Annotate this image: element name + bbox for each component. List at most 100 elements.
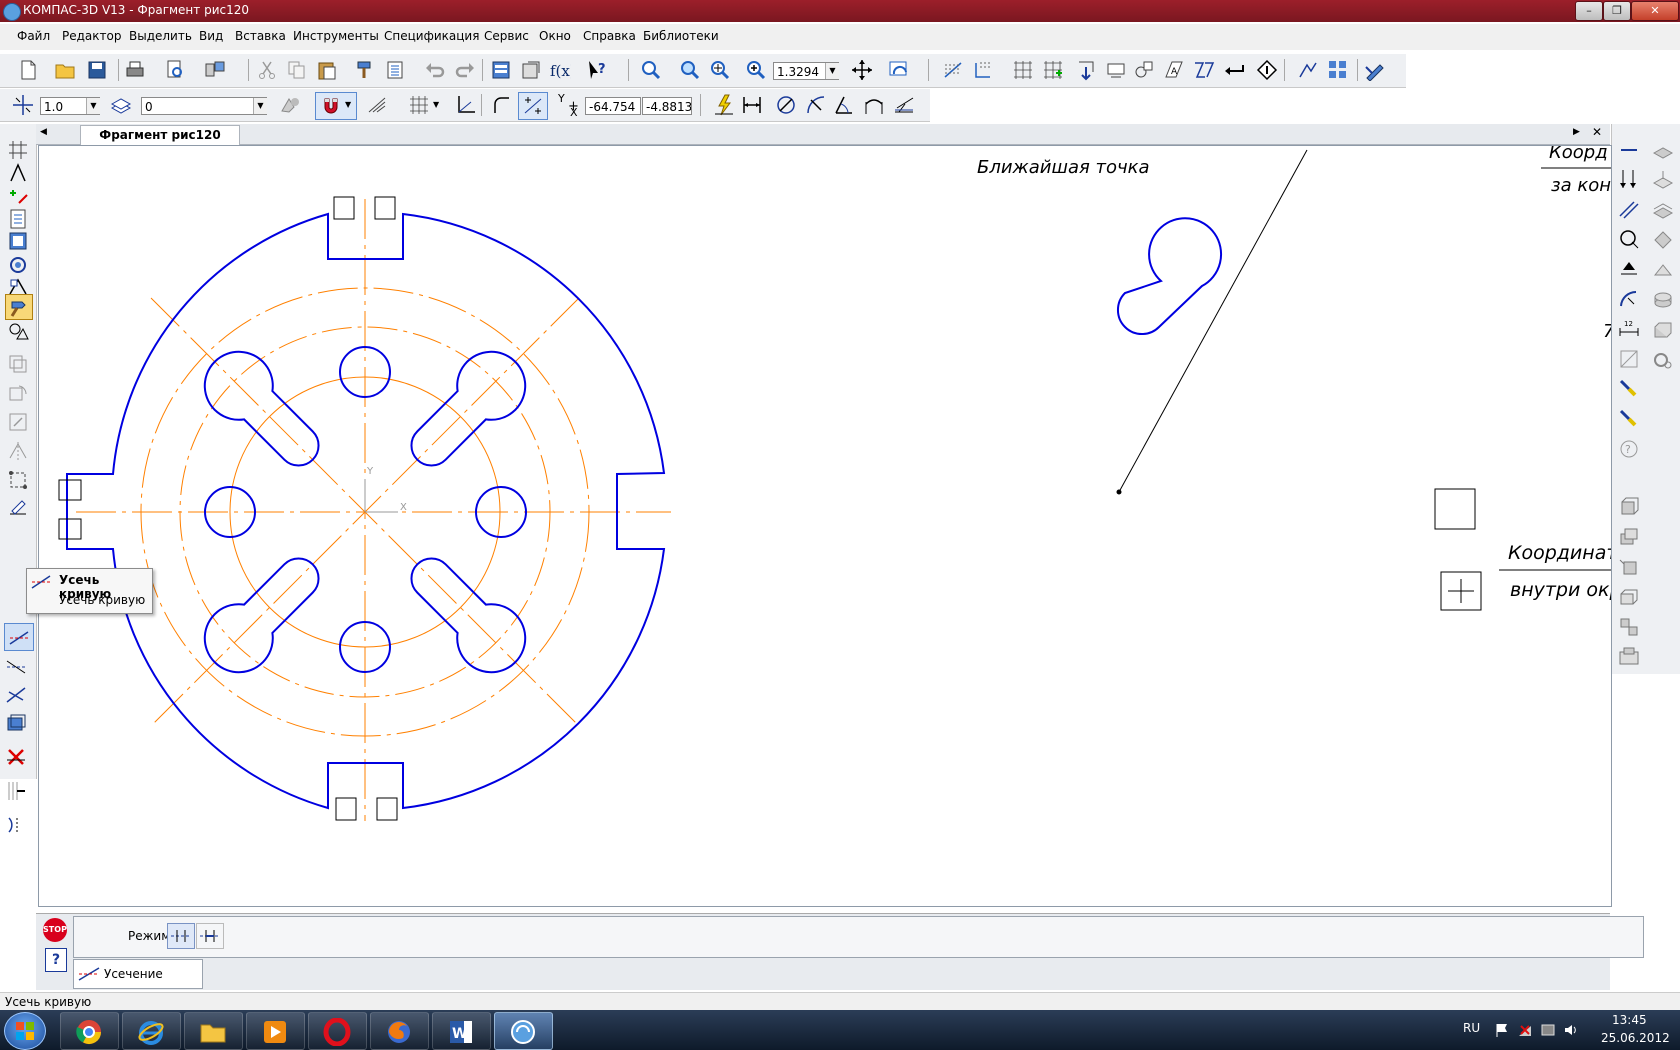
language-indicator[interactable]: RU (1463, 1021, 1480, 1035)
dimension-arrow-icon[interactable] (1618, 168, 1640, 190)
box-icon[interactable] (1618, 586, 1640, 608)
menu-help[interactable]: Справка (583, 29, 636, 43)
extrude-icon[interactable] (1652, 139, 1674, 161)
drawing-canvas[interactable]: Y X Ближайшая точка Коорд за кон Координ… (38, 145, 1612, 907)
taskbar-chrome[interactable] (60, 1012, 119, 1050)
fillet-icon[interactable] (5, 814, 27, 836)
redo-icon[interactable] (454, 59, 476, 81)
properties-list-icon[interactable] (384, 59, 406, 81)
ortho-mode-icon[interactable] (367, 94, 389, 116)
brush-tool-2-icon[interactable] (1618, 408, 1640, 430)
arc-tool-icon[interactable] (1618, 288, 1640, 310)
print-preview-icon[interactable] (164, 59, 186, 81)
pan-icon[interactable] (851, 59, 873, 81)
clock-date[interactable]: 25.06.2012 (1601, 1031, 1670, 1045)
tab-scroll-right-icon[interactable]: ▶ (1573, 127, 1580, 137)
linear-dimension-icon[interactable] (741, 94, 763, 116)
layer-dropdown-chevron-icon[interactable]: ▼ (253, 98, 267, 114)
help-pointer-icon[interactable]: ? (586, 59, 608, 81)
measurement-icon[interactable] (7, 254, 29, 276)
snap-magnet-button[interactable]: ▼ (315, 92, 357, 120)
roughness-icon[interactable] (893, 94, 915, 116)
rotate-icon[interactable] (7, 382, 29, 404)
zoom-dropdown-chevron-icon[interactable]: ▼ (825, 63, 839, 79)
tab-fragment-document[interactable]: Фрагмент рис120 (80, 125, 240, 145)
assembly-icon[interactable] (1618, 556, 1640, 578)
edit-sketch-icon[interactable] (1364, 59, 1386, 81)
parametric-mode-button[interactable] (518, 92, 548, 120)
new-document-icon[interactable] (17, 59, 39, 81)
taskbar-firefox[interactable] (370, 1012, 429, 1050)
coord-x-field[interactable]: -64.754 (585, 97, 641, 115)
layout-icon[interactable] (1618, 646, 1640, 668)
measure-distance-icon[interactable] (942, 59, 964, 81)
current-layer-field[interactable]: 0 (141, 97, 267, 115)
menu-window[interactable]: Окно (539, 29, 571, 43)
designations-group-icon[interactable] (7, 185, 29, 207)
round-mode-icon[interactable] (491, 94, 513, 116)
clock-time[interactable]: 13:45 (1612, 1013, 1647, 1027)
flag-tray-icon[interactable] (1494, 1022, 1510, 1038)
align-icon[interactable] (5, 780, 27, 802)
text-style-icon[interactable]: A (1163, 59, 1185, 81)
close-document-icon[interactable]: ✕ (1592, 125, 1602, 139)
format-painter-icon[interactable] (354, 59, 376, 81)
delete-icon[interactable] (5, 746, 27, 768)
library-grid-icon[interactable] (1327, 59, 1349, 81)
menu-specification[interactable]: Спецификация (384, 29, 479, 43)
taskbar-word[interactable]: W (432, 1012, 491, 1050)
gears-icon[interactable] (1652, 349, 1674, 371)
trim-curve-button[interactable] (4, 623, 34, 651)
insert-object-icon[interactable] (1133, 59, 1155, 81)
snap-dropdown-chevron-icon[interactable]: ▼ (345, 100, 351, 109)
save-icon[interactable] (86, 59, 108, 81)
local-coordinates-icon[interactable] (455, 94, 477, 116)
geometry-group-icon[interactable] (7, 162, 29, 184)
component-icon[interactable] (1618, 526, 1640, 548)
trim-two-points-icon[interactable] (5, 655, 27, 677)
style-color-icon[interactable] (279, 94, 301, 116)
radial-dimension-icon[interactable] (805, 94, 827, 116)
plane-icon[interactable] (1652, 169, 1674, 191)
solid-box-icon[interactable] (1652, 319, 1674, 341)
shift-icon[interactable] (7, 353, 29, 375)
revolve-icon[interactable] (1652, 289, 1674, 311)
step-dropdown-chevron-icon[interactable]: ▼ (86, 98, 100, 114)
print-icon[interactable] (124, 59, 146, 81)
measure-angle-icon[interactable] (972, 59, 994, 81)
menu-libraries[interactable]: Библиотеки (643, 29, 719, 43)
layer-icon[interactable] (110, 94, 132, 116)
insert-view-icon[interactable] (1105, 59, 1127, 81)
tab-trim[interactable]: Усечение (73, 959, 203, 989)
menu-insert[interactable]: Вставка (235, 29, 286, 43)
surface-icon[interactable] (1652, 199, 1674, 221)
dimension-value-icon[interactable]: 12 (1618, 318, 1640, 340)
taskbar-ie[interactable] (122, 1012, 181, 1050)
variables-fx-icon[interactable]: f(x) (549, 59, 571, 81)
deform-icon[interactable] (7, 497, 29, 519)
refresh-view-icon[interactable] (888, 59, 910, 81)
zoom-fit-icon[interactable] (679, 59, 701, 81)
view-3d-icon[interactable] (1618, 496, 1640, 518)
help-button[interactable]: ? (45, 948, 67, 972)
diamond-3d-icon[interactable] (1652, 229, 1674, 251)
symmetry-icon[interactable] (7, 440, 29, 462)
specification-icon[interactable] (7, 321, 29, 343)
text-document-icon[interactable] (7, 208, 29, 230)
point-tool-icon[interactable] (1618, 258, 1640, 280)
cut-icon[interactable] (256, 59, 278, 81)
zoom-in-icon[interactable] (745, 59, 767, 81)
start-button[interactable] (4, 1012, 46, 1050)
close-button[interactable]: ✕ (1631, 1, 1679, 21)
taskbar-explorer[interactable] (184, 1012, 243, 1050)
quick-dimension-icon[interactable] (713, 94, 735, 116)
grid-snap-icon[interactable] (1012, 59, 1034, 81)
menu-file[interactable]: Файл (17, 29, 50, 43)
grid-icon[interactable] (408, 94, 430, 116)
copy-objects-icon[interactable] (7, 469, 29, 491)
diamond-tool-icon[interactable] (1256, 59, 1278, 81)
restore-button[interactable]: ❐ (1603, 1, 1631, 21)
undo-icon[interactable] (424, 59, 446, 81)
menu-edit[interactable]: Редактор (62, 29, 121, 43)
minimize-button[interactable]: – (1575, 1, 1603, 21)
